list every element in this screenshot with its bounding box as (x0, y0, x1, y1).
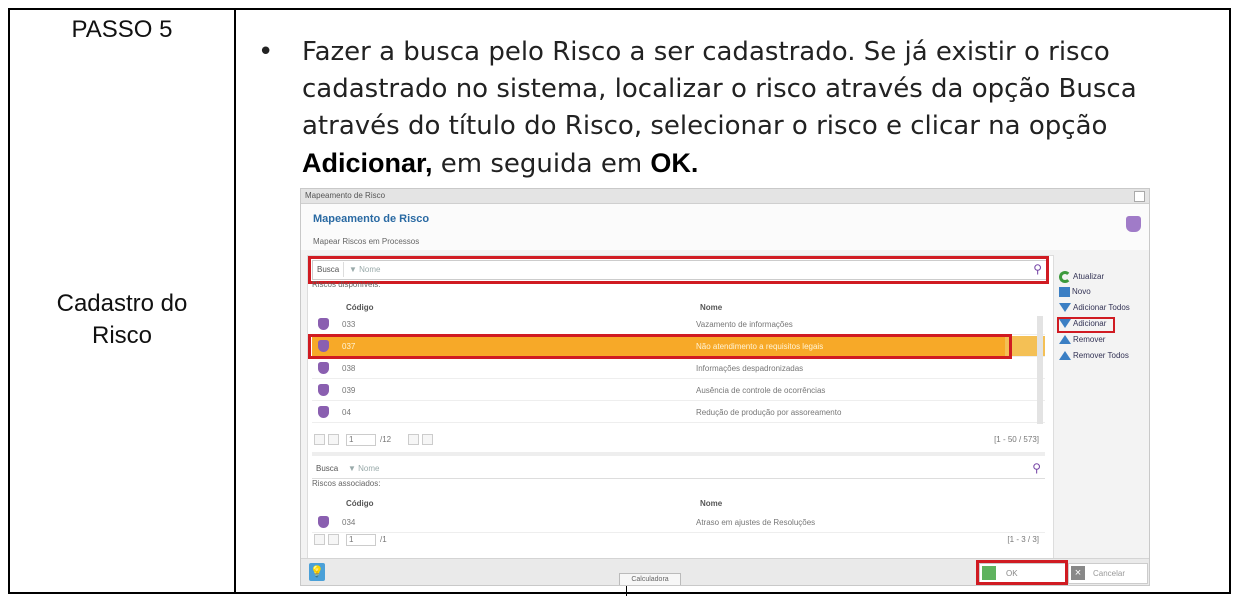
minimize-icon[interactable] (1134, 191, 1145, 202)
risk-shield-icon (318, 318, 329, 330)
table-row[interactable]: 034 Atraso em ajustes de Resoluções (312, 512, 1045, 533)
page-count: /1 (380, 535, 387, 544)
highlight-search (308, 256, 1049, 284)
page-count: /12 (380, 435, 392, 444)
next-page-icon[interactable] (408, 434, 419, 445)
calculator-button[interactable]: Calculadora (619, 573, 681, 585)
row-code: 038 (342, 364, 356, 373)
search-icon[interactable]: ⚲ (1032, 461, 1041, 475)
associated-grid-header: Código Nome (312, 496, 1045, 510)
new-icon (1059, 287, 1070, 297)
available-grid-header: Código Nome (312, 300, 1045, 314)
remove-all-icon (1059, 351, 1071, 361)
scrollbar[interactable] (1037, 316, 1043, 424)
app-titlebar: Mapeamento de Risco (301, 189, 1149, 204)
highlight-selected-row (308, 334, 1012, 359)
search-placeholder: ▼ Nome (348, 464, 380, 473)
remove-icon (1059, 335, 1071, 345)
app-footer: 💡 Calculadora OK × Cancelar (301, 558, 1149, 585)
cancel-label: Cancelar (1093, 569, 1126, 578)
section-label-line1: Cadastro do (56, 290, 188, 317)
risk-shield-icon (318, 516, 329, 528)
app-header: Mapeamento de Risco Mapear Riscos em Pro… (301, 204, 1149, 250)
highlight-add-button (1057, 317, 1115, 333)
instruction-mid: em seguida em (432, 149, 651, 179)
col-code-header: Código (346, 499, 374, 508)
page-info: [1 - 50 / 573] (994, 435, 1039, 444)
table-row[interactable]: 038 Informações despadronizadas (312, 358, 1045, 379)
instruction-bold-add: Adicionar, (302, 148, 433, 178)
new-button[interactable]: Novo (1059, 287, 1091, 301)
first-page-icon[interactable] (314, 534, 325, 545)
close-icon: × (1071, 566, 1085, 580)
lightbulb-icon[interactable]: 💡 (309, 563, 325, 581)
highlight-ok-button (976, 560, 1068, 585)
row-name: Atraso em ajustes de Resoluções (696, 518, 816, 527)
col-code-header: Código (346, 303, 374, 312)
row-name: Informações despadronizadas (696, 364, 804, 373)
app-heading: Mapeamento de Risco (313, 213, 430, 225)
table-row[interactable]: 033 Vazamento de informações (312, 314, 1045, 335)
section-label-line2: Risco (91, 322, 152, 349)
refresh-icon (1059, 271, 1071, 283)
remove-label: Remover (1073, 335, 1106, 344)
add-all-button[interactable]: Adicionar Todos (1059, 303, 1130, 317)
page-input[interactable]: 1 (346, 534, 376, 546)
row-code: 034 (342, 518, 356, 527)
row-name: Redução de produção por assoreamento (696, 408, 842, 417)
prev-page-icon[interactable] (328, 534, 339, 545)
last-page-icon[interactable] (422, 434, 433, 445)
cancel-button[interactable]: × Cancelar (1068, 563, 1148, 584)
remove-button[interactable]: Remover (1059, 335, 1105, 349)
search-label: Busca (316, 464, 339, 473)
row-code: 04 (342, 408, 351, 417)
instruction-body: Fazer a busca pelo Risco a ser cadastrad… (302, 37, 1137, 141)
col-name-header: Nome (700, 303, 723, 312)
associated-caption: Riscos associados: (312, 479, 381, 488)
add-all-label: Adicionar Todos (1073, 303, 1130, 312)
new-label: Novo (1072, 287, 1091, 297)
risk-shield-icon (1126, 216, 1141, 232)
pager-associated: 1 /1 [1 - 3 / 3] (312, 532, 1045, 548)
risk-shield-icon (318, 406, 329, 418)
step-label: PASSO 5 (71, 16, 173, 43)
risk-shield-icon (318, 384, 329, 396)
search-placeholder-text: Nome (358, 464, 380, 473)
remove-all-label: Remover Todos (1073, 351, 1129, 360)
row-code: 039 (342, 386, 356, 395)
split-divider[interactable] (312, 452, 1045, 456)
prev-page-icon[interactable] (328, 434, 339, 445)
page-tick-mark (626, 586, 627, 596)
row-name: Ausência de controle de ocorrências (696, 386, 826, 395)
app-screenshot: Mapeamento de Risco Mapeamento de Risco … (300, 188, 1150, 586)
refresh-button[interactable]: Atualizar (1059, 271, 1104, 285)
col-name-header: Nome (700, 499, 723, 508)
risk-shield-icon (318, 362, 329, 374)
column-divider (234, 10, 236, 592)
add-all-icon (1059, 303, 1071, 313)
bullet-icon: • (258, 37, 274, 67)
app-subheading: Mapear Riscos em Processos (313, 237, 420, 246)
available-caption: Riscos disponíveis: (312, 280, 381, 289)
row-name: Vazamento de informações (696, 320, 793, 329)
risk-panel: Busca ▼ Nome ⚲ Riscos disponíveis: Códig… (307, 255, 1054, 577)
table-row[interactable]: 04 Redução de produção por assoreamento (312, 402, 1045, 423)
instruction-text: • Fazer a busca pelo Risco a ser cadastr… (258, 34, 1232, 183)
refresh-label: Atualizar (1073, 272, 1105, 282)
first-page-icon[interactable] (314, 434, 325, 445)
table-row[interactable]: 039 Ausência de controle de ocorrências (312, 380, 1045, 401)
pager-available: 1 /12 [1 - 50 / 573] (312, 432, 1045, 448)
page-info: [1 - 3 / 3] (1007, 535, 1039, 544)
app-window-title: Mapeamento de Risco (305, 191, 386, 200)
remove-all-button[interactable]: Remover Todos (1059, 351, 1129, 365)
search-bar-associated[interactable]: Busca ▼ Nome ⚲ (312, 460, 1045, 479)
instruction-bold-ok: OK. (650, 148, 699, 178)
page-input[interactable]: 1 (346, 434, 376, 446)
row-code: 033 (342, 320, 356, 329)
section-label: Cadastro do Risco (10, 288, 234, 352)
